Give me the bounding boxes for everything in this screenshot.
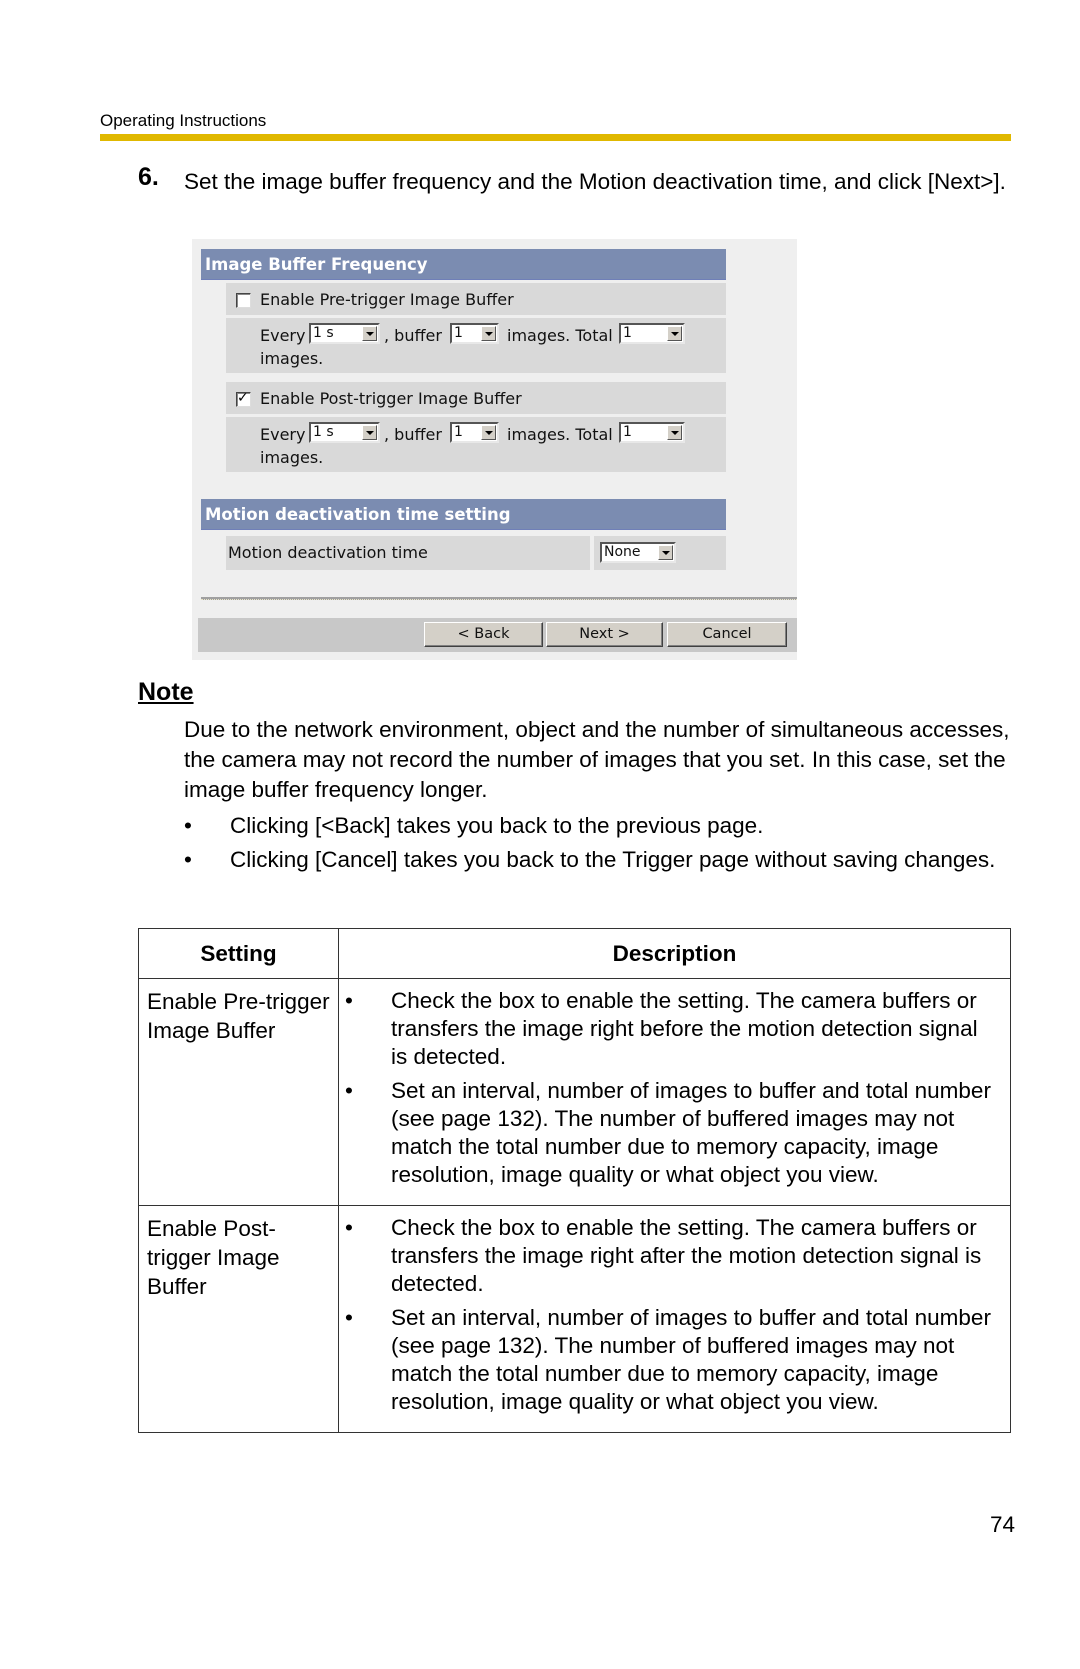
dropdown-arrow-icon[interactable] (481, 425, 496, 440)
dropdown-arrow-icon[interactable] (481, 326, 496, 341)
pre-trigger-checkbox[interactable] (236, 293, 251, 308)
note-heading: Note (138, 678, 194, 706)
images-label: images. (260, 448, 324, 467)
checkmark-icon: ✓ (237, 390, 249, 406)
pre-trigger-checkbox-row: Enable Pre-trigger Image Buffer (226, 283, 726, 315)
select-value: 1 (623, 325, 632, 341)
description-item: • Check the box to enable the setting. T… (339, 1214, 1000, 1298)
post-trigger-settings-row: Every 1 s , buffer 1 images. Total 1 ima… (226, 417, 726, 472)
note-paragraph: Due to the network environment, object a… (184, 717, 1010, 802)
select-value: 1 s (313, 424, 334, 440)
back-button[interactable]: < Back (424, 622, 543, 647)
pre-trigger-interval-select[interactable]: 1 s (309, 323, 380, 344)
images-total-label: images. Total (507, 425, 613, 444)
dropdown-arrow-icon[interactable] (362, 425, 377, 440)
bullet-icon: • (345, 1305, 353, 1330)
motion-deactivation-label: Motion deactivation time (228, 543, 428, 562)
post-trigger-label: Enable Post-trigger Image Buffer (260, 389, 522, 408)
buffer-label: , buffer (384, 425, 442, 444)
dropdown-arrow-icon[interactable] (362, 326, 377, 341)
setting-cell: Enable Pre-trigger Image Buffer (138, 978, 339, 1206)
post-trigger-total-select[interactable]: 1 (619, 422, 685, 443)
images-label: images. (260, 349, 324, 368)
separator-line (201, 597, 797, 600)
pre-trigger-buffer-select[interactable]: 1 (450, 323, 499, 344)
page-number: 74 (990, 1512, 1016, 1537)
description-cell: • Check the box to enable the setting. T… (338, 978, 1011, 1206)
bullet-icon: • (345, 1215, 353, 1240)
pre-trigger-settings-row: Every 1 s , buffer 1 images. Total 1 ima… (226, 318, 726, 373)
dropdown-arrow-icon[interactable] (667, 425, 682, 440)
motion-deactivation-select-cell: None (594, 536, 726, 570)
table-header-row: Setting Description (138, 928, 1011, 979)
column-header-description: Description (338, 928, 1011, 979)
note-bullet-text: Clicking [<Back] takes you back to the p… (230, 813, 764, 838)
post-trigger-checkbox-row: ✓ Enable Post-trigger Image Buffer (226, 382, 726, 414)
description-item: • Check the box to enable the setting. T… (339, 987, 1000, 1071)
description-cell: • Check the box to enable the setting. T… (338, 1205, 1011, 1433)
column-header-setting: Setting (138, 928, 339, 979)
settings-description-table: Setting Description Enable Pre-trigger I… (138, 928, 1011, 1433)
bullet-icon: • (345, 1078, 353, 1103)
every-label: Every (260, 425, 306, 444)
step-instruction: Set the image buffer frequency and the M… (184, 169, 1006, 194)
motion-deactivation-select[interactable]: None (600, 542, 676, 563)
select-value: None (604, 544, 641, 560)
section-header-image-buffer: Image Buffer Frequency (201, 249, 726, 280)
description-item: • Set an interval, number of images to b… (339, 1304, 1000, 1416)
header-rule (100, 134, 1011, 141)
pre-trigger-total-select[interactable]: 1 (619, 323, 685, 344)
running-header: Operating Instructions (100, 111, 267, 130)
buffer-label: , buffer (384, 326, 442, 345)
table-row: Enable Post-trigger Image Buffer • Check… (138, 1205, 1011, 1433)
note-bullet-text: Clicking [Cancel] takes you back to the … (230, 847, 996, 872)
bullet-icon: • (345, 988, 353, 1013)
description-text: Set an interval, number of images to buf… (391, 1078, 991, 1187)
post-trigger-buffer-select[interactable]: 1 (450, 422, 499, 443)
select-value: 1 (454, 424, 463, 440)
post-trigger-checkbox[interactable]: ✓ (236, 390, 251, 407)
bullet-icon: • (184, 847, 192, 872)
section-header-motion: Motion deactivation time setting (201, 499, 726, 530)
select-value: 1 (623, 424, 632, 440)
next-button[interactable]: Next > (546, 622, 663, 647)
table-row: Enable Pre-trigger Image Buffer • Check … (138, 978, 1011, 1206)
every-label: Every (260, 326, 306, 345)
post-trigger-interval-select[interactable]: 1 s (309, 422, 380, 443)
setting-cell: Enable Post-trigger Image Buffer (138, 1205, 339, 1433)
pre-trigger-label: Enable Pre-trigger Image Buffer (260, 290, 514, 309)
step-number: 6. (138, 163, 159, 191)
settings-panel: Image Buffer Frequency Enable Pre-trigge… (192, 239, 797, 660)
dropdown-arrow-icon[interactable] (658, 545, 673, 560)
cancel-button[interactable]: Cancel (667, 622, 787, 647)
description-text: Check the box to enable the setting. The… (391, 988, 978, 1069)
description-text: Set an interval, number of images to buf… (391, 1305, 991, 1414)
images-total-label: images. Total (507, 326, 613, 345)
select-value: 1 (454, 325, 463, 341)
description-text: Check the box to enable the setting. The… (391, 1215, 982, 1296)
dropdown-arrow-icon[interactable] (667, 326, 682, 341)
motion-deactivation-label-cell: Motion deactivation time (226, 536, 590, 570)
button-bar: < Back Next > Cancel (198, 618, 797, 652)
bullet-icon: • (184, 813, 192, 838)
select-value: 1 s (313, 325, 334, 341)
description-item: • Set an interval, number of images to b… (339, 1077, 1000, 1189)
